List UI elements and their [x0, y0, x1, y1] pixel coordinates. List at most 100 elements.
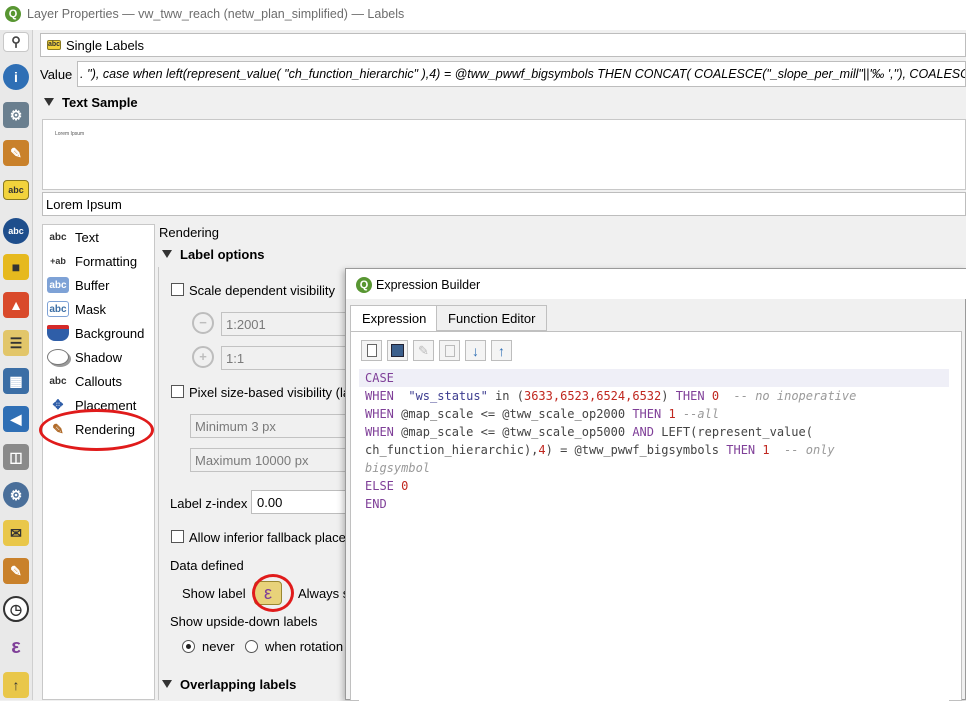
- fallback-checkbox[interactable]: [171, 530, 184, 546]
- prop-item-label: Background: [75, 325, 145, 341]
- prop-item-label: Callouts: [75, 373, 122, 389]
- display-icon[interactable]: ✉: [3, 520, 29, 546]
- buffer-icon: abc: [47, 277, 69, 293]
- placement-arrows-icon: ✥: [52, 397, 64, 412]
- prop-item-callouts[interactable]: abc Callouts: [47, 370, 153, 392]
- never-radio[interactable]: [182, 640, 195, 656]
- 3d-view-icon[interactable]: ■: [3, 254, 29, 280]
- window-title-bar: Q Layer Properties — vw_tww_reach (netw_…: [0, 0, 966, 30]
- value-expression-text: . ''), case when left(represent_value( "…: [80, 67, 965, 81]
- diagrams-icon[interactable]: ▲: [3, 292, 29, 318]
- minimum-px-field[interactable]: Minimum 3 px: [190, 414, 346, 438]
- prop-item-background[interactable]: Background: [47, 322, 153, 344]
- collapse-triangle-icon: [162, 250, 172, 258]
- maximum-px-field[interactable]: Maximum 10000 px: [190, 448, 346, 472]
- code-line-4: WHEN @map_scale <= @tww_scale_op5000 AND…: [365, 425, 813, 439]
- prop-item-formatting[interactable]: +ab Formatting: [47, 250, 153, 272]
- never-label: never: [202, 639, 235, 654]
- mask-icon: abc: [47, 301, 69, 317]
- expression-builder-title-bar: Q Expression Builder: [346, 269, 966, 299]
- data-defined-label: Data defined: [170, 558, 244, 573]
- pixel-size-checkbox[interactable]: [171, 385, 184, 401]
- always-show-label: Always s: [298, 586, 350, 601]
- code-line-6: bigsymbol: [365, 461, 431, 475]
- prop-item-shadow[interactable]: Shadow: [47, 346, 153, 368]
- source-icon[interactable]: ⚙: [3, 102, 29, 128]
- temporal-icon[interactable]: ◷: [3, 596, 29, 622]
- fallback-label: Allow inferior fallback place: [189, 530, 346, 545]
- prop-item-label: Buffer: [75, 277, 110, 293]
- variables-icon[interactable]: ε: [3, 634, 29, 660]
- formatting-icon: +ab: [50, 256, 66, 266]
- rendering-highlight-circle: [39, 409, 154, 451]
- text-sample-heading-label: Text Sample: [62, 95, 138, 110]
- expression-tab-pane: ✎ ↓ ↑ CASE WHEN "ws_status" in (3633,652…: [350, 331, 962, 701]
- minimum-scale-value: 1:2001: [226, 317, 266, 332]
- export-icon[interactable]: ↑: [491, 340, 512, 361]
- collapse-triangle-icon: [162, 680, 172, 688]
- prop-item-label: Formatting: [75, 253, 138, 269]
- metadata-icon[interactable]: ↑: [3, 672, 29, 698]
- label-options-heading-label: Label options: [180, 247, 265, 262]
- label-properties-list: abc Text +ab Formatting abc Buffer abc M…: [42, 224, 155, 700]
- expression-code-editor[interactable]: CASE WHEN "ws_status" in (3633,6523,6524…: [359, 369, 949, 701]
- import-icon[interactable]: ↓: [465, 340, 486, 361]
- tab-expression[interactable]: Expression: [350, 305, 439, 332]
- when-rotation-label: when rotation: [265, 639, 344, 654]
- rendering-icon[interactable]: ✎: [3, 558, 29, 584]
- code-line-2: WHEN "ws_status" in (3633,6523,6524,6532…: [365, 389, 857, 403]
- callouts-icon: abc: [49, 375, 67, 387]
- labels-mode-select[interactable]: abc Single Labels: [40, 33, 966, 57]
- zoom-out-icon: −: [192, 312, 214, 334]
- labels-icon[interactable]: abc: [3, 180, 29, 200]
- tab-function-editor[interactable]: Function Editor: [436, 305, 548, 331]
- current-line-highlight: [359, 369, 949, 387]
- prop-item-mask[interactable]: abc Mask: [47, 298, 153, 320]
- maximum-scale-field[interactable]: 1:1: [221, 346, 346, 370]
- minimum-scale-field[interactable]: 1:2001: [221, 312, 346, 336]
- labels-icon: abc: [47, 40, 61, 50]
- scale-dependent-checkbox[interactable]: [171, 283, 184, 299]
- left-icon-strip: ⚲ i ⚙ ✎ abc abc ■ ▲ ☰ ▦ ◀ ◫ ⚙ ✉ ✎ ◷ ε ↑: [0, 30, 33, 700]
- attributes-form-icon[interactable]: ▦: [3, 368, 29, 394]
- label-z-index-field[interactable]: 0.00: [251, 490, 346, 514]
- pixel-size-label: Pixel size-based visibility (la: [189, 385, 351, 400]
- prop-item-buffer[interactable]: abc Buffer: [47, 274, 153, 296]
- qgis-logo-icon: Q: [356, 277, 372, 293]
- label-z-index-value: 0.00: [257, 495, 283, 510]
- shadow-icon: [47, 349, 69, 365]
- search-icon[interactable]: ⚲: [3, 32, 29, 52]
- delete-icon[interactable]: [439, 340, 460, 361]
- edit-icon[interactable]: ✎: [413, 340, 434, 361]
- fields-icon[interactable]: ☰: [3, 330, 29, 356]
- label-options-heading[interactable]: Label options: [162, 247, 265, 262]
- text-sample-preview: Lorem Ipsum: [42, 119, 966, 190]
- overlapping-labels-heading[interactable]: Overlapping labels: [162, 677, 296, 692]
- text-sample-input[interactable]: Lorem Ipsum: [42, 192, 966, 216]
- text-sample-input-value: Lorem Ipsum: [46, 197, 122, 212]
- symbology-icon[interactable]: ✎: [3, 140, 29, 166]
- prop-item-label: Mask: [75, 301, 107, 317]
- code-line-8: END: [365, 497, 387, 511]
- labels-mode-label: Single Labels: [66, 38, 145, 53]
- save-icon[interactable]: [387, 340, 408, 361]
- when-rotation-radio[interactable]: [245, 640, 258, 656]
- background-shield-icon: [47, 325, 69, 341]
- text-abc-icon: abc: [49, 231, 67, 243]
- collapse-triangle-icon: [44, 98, 54, 106]
- expression-builder-dialog: Q Expression Builder Expression Function…: [345, 268, 966, 701]
- new-file-icon[interactable]: [361, 340, 382, 361]
- maximum-px-value: Maximum 10000 px: [195, 453, 309, 468]
- text-sample-heading[interactable]: Text Sample: [44, 95, 138, 110]
- joins-icon[interactable]: ◀: [3, 406, 29, 432]
- auxiliary-storage-icon[interactable]: ◫: [3, 444, 29, 470]
- zoom-in-icon: +: [192, 346, 214, 368]
- code-line-3: WHEN @map_scale <= @tww_scale_op2000 THE…: [365, 407, 720, 421]
- panel-divider: [158, 267, 159, 700]
- information-icon[interactable]: i: [3, 64, 29, 90]
- upside-down-label: Show upside-down labels: [170, 614, 318, 629]
- abc-icon[interactable]: abc: [3, 218, 29, 244]
- actions-icon[interactable]: ⚙: [3, 482, 29, 508]
- prop-item-text[interactable]: abc Text: [47, 226, 153, 248]
- value-expression-field[interactable]: . ''), case when left(represent_value( "…: [77, 61, 966, 87]
